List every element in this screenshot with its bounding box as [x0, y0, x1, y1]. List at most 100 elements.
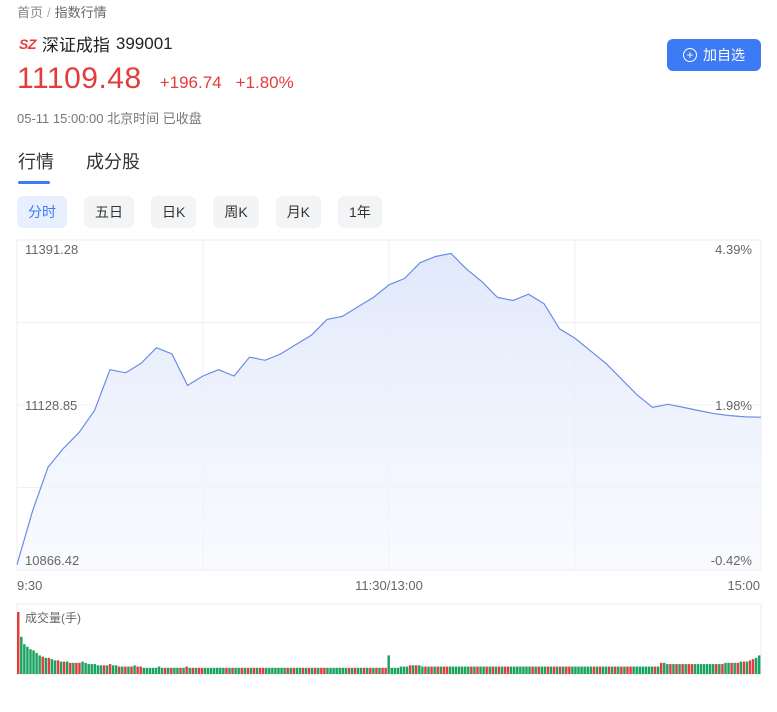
volume-bar — [271, 667, 274, 674]
volume-bar — [696, 664, 700, 674]
price-row: 11109.48 +196.74 +1.80% — [17, 62, 294, 96]
volume-bar — [601, 666, 605, 674]
volume-bar — [745, 661, 749, 674]
volume-bar — [249, 667, 253, 674]
volume-bar — [258, 667, 262, 674]
volume-bar — [684, 664, 687, 674]
volume-bar — [47, 657, 51, 674]
volume-bar — [445, 666, 449, 674]
volume-bar — [301, 667, 305, 674]
tab-quote[interactable]: 行情 — [18, 148, 54, 184]
volume-bar — [142, 667, 145, 674]
volume-bar — [513, 666, 516, 674]
y-tick-left: 10866.42 — [25, 553, 79, 568]
volume-bar — [130, 666, 133, 674]
volume-bar — [102, 665, 106, 674]
volume-bar — [653, 666, 657, 674]
volume-bar — [243, 667, 247, 674]
period-daily-k[interactable]: 日K — [151, 196, 197, 228]
stock-title: SZ 深证成指 399001 — [19, 31, 173, 56]
volume-bar — [222, 667, 225, 674]
volume-bar — [145, 667, 149, 674]
volume-bar — [375, 667, 378, 674]
volume-bar — [99, 665, 103, 674]
volume-bar — [32, 650, 35, 674]
volume-bar — [712, 664, 715, 674]
breadcrumb-current: 指数行情 — [54, 5, 107, 20]
volume-bar — [672, 664, 675, 674]
volume-bar — [350, 667, 354, 674]
volume-bar — [396, 667, 400, 674]
tab-components[interactable]: 成分股 — [86, 148, 140, 184]
breadcrumb-home[interactable]: 首页 — [17, 5, 43, 20]
period-5day[interactable]: 五日 — [84, 196, 134, 228]
volume-bar — [289, 667, 292, 674]
volume-bar — [534, 666, 537, 674]
volume-bar — [41, 656, 44, 674]
volume-bar — [353, 667, 357, 674]
volume-bar — [209, 667, 213, 674]
volume-bar — [176, 667, 179, 674]
volume-bar — [571, 666, 574, 674]
volume-bar — [666, 664, 669, 674]
volume-bar — [347, 667, 351, 674]
volume-bar — [702, 664, 706, 674]
volume-bar — [580, 666, 583, 674]
volume-bar — [641, 666, 645, 674]
breadcrumb: 首页 / 指数行情 — [17, 2, 107, 21]
volume-bar — [494, 666, 498, 674]
volume-bar — [228, 667, 231, 674]
volume-bar — [206, 667, 210, 674]
y-tick-right: 4.39% — [715, 242, 752, 257]
volume-bar — [246, 667, 250, 674]
volume-bar — [549, 666, 553, 674]
volume-bar — [733, 662, 736, 674]
volume-label: 成交量(手) — [25, 610, 81, 625]
volume-bar — [623, 666, 626, 674]
volume-bar — [454, 666, 458, 674]
volume-bar — [310, 667, 314, 674]
volume-bar — [111, 665, 115, 674]
volume-bar — [614, 666, 617, 674]
volume-bar — [687, 664, 690, 674]
volume-bar — [626, 666, 629, 674]
volume-bar — [659, 662, 663, 674]
volume-bar — [237, 667, 240, 674]
volume-bar — [644, 666, 648, 674]
volume-bar — [577, 666, 580, 674]
volume-bar — [265, 667, 268, 674]
volume-bar — [163, 667, 167, 674]
volume-bar — [212, 667, 216, 674]
period-1year[interactable]: 1年 — [338, 196, 382, 228]
volume-bar — [555, 666, 559, 674]
volume-bar — [56, 660, 60, 674]
volume-bar — [148, 667, 152, 674]
volume-bar — [561, 666, 565, 674]
volume-bar — [408, 665, 412, 674]
volume-bar — [96, 665, 100, 674]
period-selector: 分时 五日 日K 周K 月K 1年 — [17, 196, 399, 228]
volume-bar — [170, 667, 173, 674]
y-tick-right: 1.98% — [715, 398, 752, 413]
volume-bar — [415, 665, 418, 674]
intraday-chart[interactable]: 11391.28 11128.85 10866.42 4.39% 1.98% -0.42%… — [0, 236, 777, 686]
volume-bar — [757, 655, 761, 674]
add-watchlist-button[interactable]: + 加自选 — [667, 39, 761, 71]
volume-bar — [610, 666, 614, 674]
volume-bar — [160, 667, 164, 674]
volume-bar — [399, 666, 403, 674]
volume-bar — [528, 666, 531, 674]
volume-bar — [121, 666, 124, 674]
volume-bar — [59, 661, 63, 674]
volume-bar — [433, 666, 436, 674]
volume-bar — [118, 666, 121, 674]
volume-bar — [589, 666, 592, 674]
chart-svg: 11391.28 11128.85 10866.42 4.39% 1.98% -0.42%… — [16, 239, 762, 675]
period-monthly-k[interactable]: 月K — [275, 196, 322, 228]
volume-bar — [323, 667, 326, 674]
volume-bar — [369, 667, 372, 674]
period-weekly-k[interactable]: 周K — [213, 196, 259, 228]
period-intraday[interactable]: 分时 — [17, 196, 67, 228]
volume-bar — [87, 664, 90, 674]
x-tick: 9:30 — [17, 578, 42, 593]
